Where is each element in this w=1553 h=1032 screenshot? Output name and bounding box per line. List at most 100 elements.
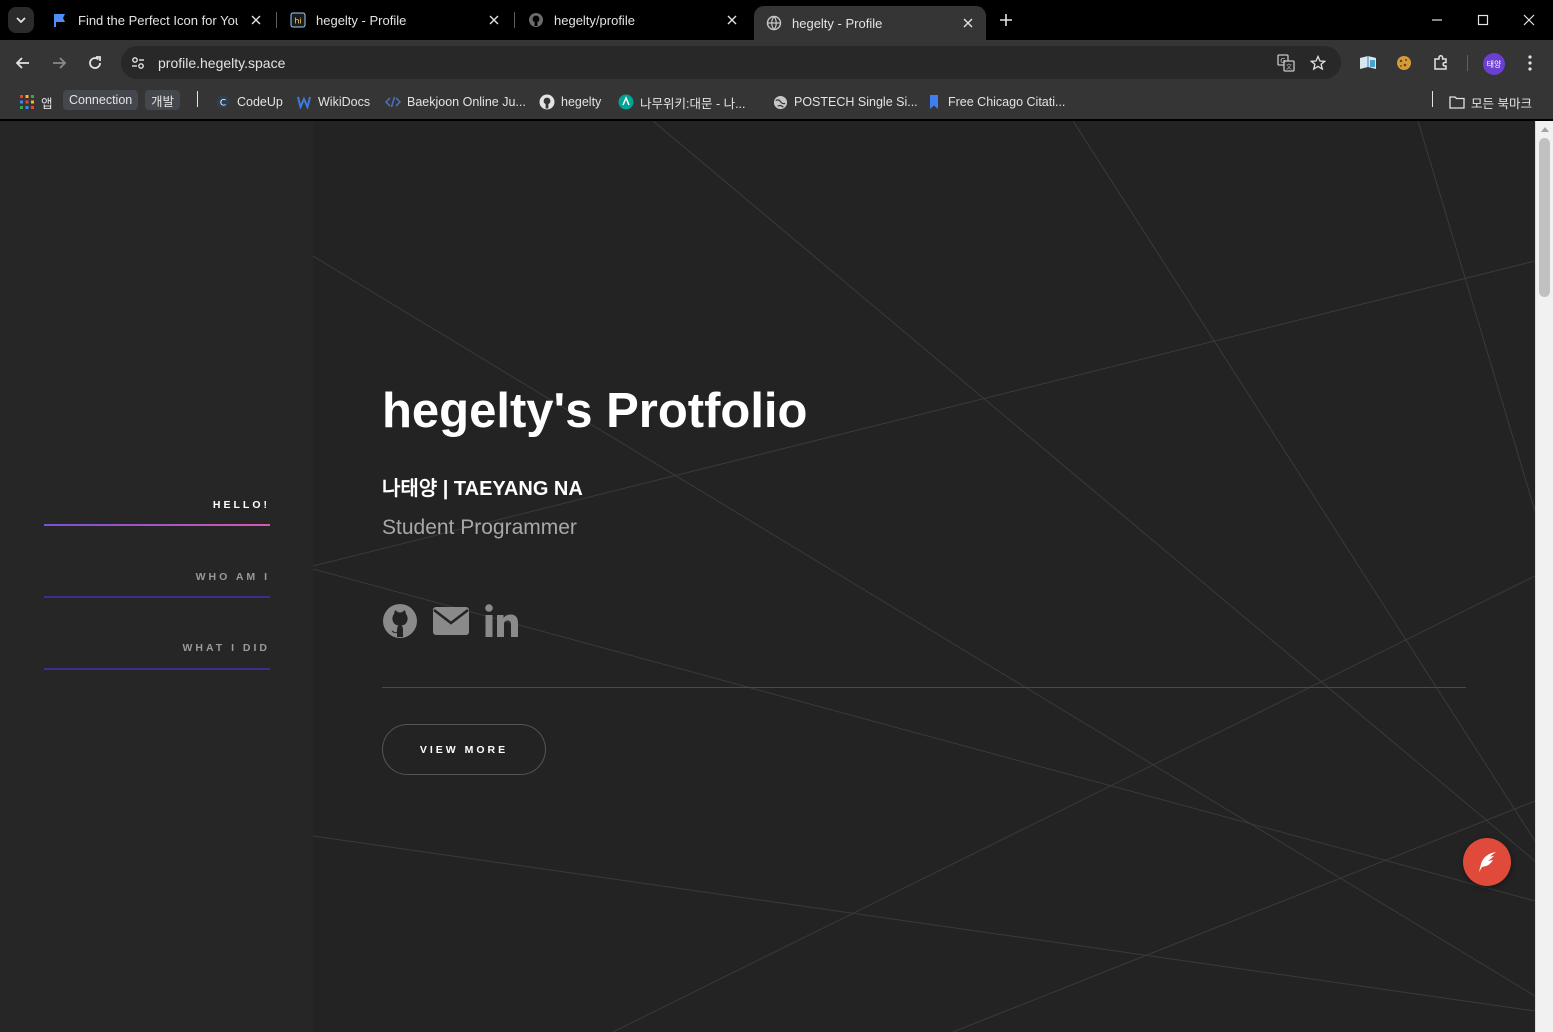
page-title: hegelty's Protfolio [382, 384, 808, 438]
bookmark-label: Baekjoon Online Ju... [407, 95, 526, 109]
star-icon [1310, 55, 1326, 71]
background-line-pattern [313, 121, 1535, 1032]
tab-title: hegelty/profile [554, 12, 635, 28]
folder-chip-label: Connection [69, 93, 133, 107]
tab-separator [276, 12, 277, 28]
bookmark-namuwiki[interactable]: 나무위키:대문 - 나... [618, 91, 746, 113]
arrow-left-icon [15, 57, 29, 69]
floating-action-button[interactable] [1463, 838, 1511, 886]
email-link[interactable] [433, 603, 469, 639]
bookmark-star-button[interactable] [1308, 53, 1328, 73]
globe-icon [772, 94, 788, 110]
nav-underline [44, 596, 270, 598]
new-tab-button[interactable] [994, 8, 1018, 32]
bookmark-baekjoon[interactable]: Baekjoon Online Ju... [385, 91, 526, 113]
tab-0[interactable]: Find the Perfect Icon for Your Project [40, 0, 274, 40]
nav-item-label: WHAT I DID [182, 642, 270, 654]
close-tab-button[interactable] [246, 10, 266, 30]
bookmark-folder-connection[interactable]: Connection [63, 90, 139, 110]
nav-item-hello[interactable]: HELLO! [44, 499, 270, 511]
flag-icon [54, 14, 65, 27]
close-tab-button[interactable] [958, 13, 978, 33]
side-navigation: HELLO! WHO AM I WHAT I DID [0, 121, 313, 1032]
nav-item-what-i-did[interactable]: WHAT I DID [44, 642, 270, 654]
bookmark-folder-dev[interactable]: 개발 [145, 90, 181, 110]
close-window-button[interactable] [1506, 0, 1552, 40]
extension-reader-button[interactable] [1357, 52, 1379, 74]
linkedin-link[interactable] [485, 603, 519, 639]
tab-3-active[interactable]: hegelty - Profile [754, 6, 986, 40]
chevron-down-icon [16, 17, 26, 24]
bookmark-label: POSTECH Single Si... [794, 95, 918, 109]
minimize-button[interactable] [1414, 0, 1460, 40]
close-tab-button[interactable] [484, 10, 504, 30]
close-icon [963, 18, 973, 28]
nav-item-who-am-i[interactable]: WHO AM I [44, 571, 270, 583]
reload-button[interactable] [82, 50, 108, 76]
extension-cookie-button[interactable] [1393, 52, 1415, 74]
tab-title: Find the Perfect Icon for Your Project [78, 12, 238, 28]
bookmark-postech[interactable]: POSTECH Single Si... [772, 91, 918, 113]
tab-search-button[interactable] [8, 7, 34, 33]
svg-text:文: 文 [1286, 63, 1292, 71]
apps-grid-icon [19, 94, 35, 110]
bookmark-label: Free Chicago Citati... [948, 95, 1066, 109]
maximize-icon [1477, 14, 1489, 26]
site-info-button[interactable] [128, 53, 148, 73]
nav-underline-active [44, 524, 270, 526]
github-link[interactable] [382, 603, 418, 639]
scroll-thumb[interactable] [1539, 138, 1550, 297]
browser-menu-button[interactable] [1519, 52, 1541, 74]
scroll-up-arrow[interactable] [1541, 127, 1549, 132]
author-name: 나태양 | TAEYANG NA [382, 478, 583, 500]
close-tab-button[interactable] [722, 10, 742, 30]
view-more-button[interactable]: VIEW MORE [382, 724, 546, 775]
svg-text:G: G [1280, 57, 1285, 65]
page-viewport: HELLO! WHO AM I WHAT I DID hegelty's Pro… [0, 121, 1553, 1032]
section-divider [382, 687, 1466, 688]
globe-icon [766, 15, 782, 31]
bookmarks-bar: 앱 Connection 개발 C CodeUp WikiDocs Baekjo… [0, 85, 1553, 120]
tab-separator [514, 12, 515, 28]
tab-title: hegelty - Profile [792, 15, 883, 31]
profile-avatar[interactable]: 태양 [1483, 53, 1505, 75]
codeup-icon: C [215, 94, 231, 110]
extensions-button[interactable] [1430, 52, 1452, 74]
quill-icon [1479, 852, 1496, 872]
bookmark-github[interactable]: hegelty [539, 91, 601, 113]
translate-icon: G文 [1277, 54, 1295, 72]
bookmark-wikidocs[interactable]: WikiDocs [296, 91, 370, 113]
bookmark-separator [197, 91, 198, 107]
view-more-label: VIEW MORE [419, 743, 509, 756]
wikidocs-icon [296, 94, 312, 110]
apps-label: 앱 [41, 96, 53, 111]
svg-text:C: C [220, 99, 226, 109]
page-scrollbar[interactable] [1535, 121, 1553, 1032]
address-bar[interactable]: profile.hegelty.space G文 [121, 46, 1341, 79]
nav-item-label: HELLO! [212, 499, 270, 511]
code-icon [385, 94, 401, 110]
github-icon [529, 13, 543, 27]
bookmark-label: 모든 북마크 [1471, 96, 1532, 111]
apps-shortcut[interactable]: 앱 [19, 91, 53, 113]
hero-section: hegelty's Protfolio 나태양 | TAEYANG NA Stu… [313, 121, 1535, 1032]
namuwiki-icon [618, 94, 634, 110]
bookmark-chicago-citation[interactable]: Free Chicago Citati... [926, 91, 1065, 113]
tab-2[interactable]: hegelty/profile [516, 0, 750, 40]
bookmark-codeup[interactable]: C CodeUp [215, 91, 283, 113]
translate-button[interactable]: G文 [1276, 53, 1296, 73]
tab-strip: Find the Perfect Icon for Your Project h… [0, 0, 1553, 40]
all-bookmarks-button[interactable]: 모든 북마크 [1449, 91, 1532, 113]
cookie-icon [1397, 56, 1411, 70]
maximize-button[interactable] [1460, 0, 1506, 40]
back-button[interactable] [10, 50, 36, 76]
minimize-icon [1432, 19, 1442, 21]
tab-1[interactable]: hi hegelty - Profile [278, 0, 512, 40]
forward-button[interactable] [46, 50, 72, 76]
bookmark-label: hegelty [561, 95, 602, 109]
plus-icon [1000, 14, 1012, 26]
folder-icon [1449, 94, 1465, 110]
more-vertical-icon [1528, 55, 1532, 71]
puzzle-icon [1434, 54, 1447, 70]
tune-icon [132, 57, 144, 69]
